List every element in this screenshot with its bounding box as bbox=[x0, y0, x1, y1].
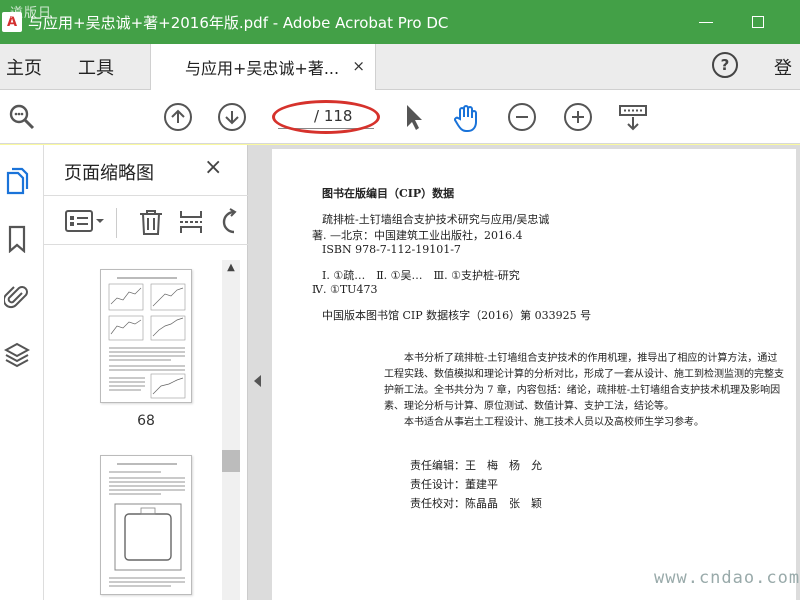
select-cursor-icon[interactable] bbox=[402, 103, 426, 135]
credit-line: 责任校对：陈晶晶 张 颖 bbox=[410, 497, 542, 510]
highlight-annotation bbox=[272, 100, 380, 134]
maximize-button[interactable] bbox=[746, 10, 770, 34]
credit-line: 责任编辑：王 梅 杨 允 bbox=[410, 459, 542, 472]
book-summary: 本书分析了疏排桩-土钉墙组合支护技术的作用机理，推导出了相应的计算方法，通过工程… bbox=[384, 353, 784, 412]
window-title: 与应用+吴忠诚+著+2016年版.pdf - Adobe Acrobat Pro… bbox=[28, 13, 449, 32]
login-link[interactable]: 登 bbox=[774, 54, 792, 80]
site-watermark: www.cndao.com bbox=[654, 568, 800, 588]
cip-line: ISBN 978-7-112-19101-7 bbox=[322, 243, 461, 256]
page-thumbnail-69[interactable] bbox=[100, 455, 192, 595]
cip-line: 中国版本图书馆 CIP 数据核字（2016）第 033925 号 bbox=[322, 309, 592, 322]
next-page-icon[interactable] bbox=[218, 103, 246, 131]
maximize-icon bbox=[752, 16, 764, 28]
scrollbar-thumb[interactable] bbox=[222, 450, 240, 472]
pdf-page: 图书在版编目（CIP）数据 疏排桩-土钉墙组合支护技术研究与应用/吴忠诚 著. … bbox=[272, 149, 796, 600]
close-panel-icon[interactable]: × bbox=[204, 155, 222, 180]
rotate-page-icon[interactable] bbox=[220, 208, 242, 240]
help-icon[interactable]: ? bbox=[712, 52, 738, 78]
zoom-in-icon[interactable] bbox=[564, 103, 592, 131]
credit-line: 责任设计：董建平 bbox=[410, 478, 498, 491]
toolbar: / 118 bbox=[0, 90, 800, 144]
cip-line: Ⅳ. ①TU473 bbox=[312, 283, 378, 296]
toolbar-separator bbox=[116, 208, 117, 238]
extract-pages-icon[interactable] bbox=[178, 208, 204, 240]
thumbnail-options-icon[interactable] bbox=[64, 208, 108, 238]
document-tab[interactable]: 与应用+吴忠诚+著... × bbox=[150, 44, 376, 90]
left-tool-rail bbox=[0, 145, 44, 600]
thumbnail-page-number: 68 bbox=[137, 413, 155, 429]
scroll-up-icon[interactable]: ▲ bbox=[222, 262, 240, 276]
thumbnails-panel: 页面缩略图 × 68 ▲ bbox=[44, 145, 248, 600]
corner-watermark: 道版日 bbox=[10, 6, 53, 21]
cip-line: Ⅰ. ①疏… Ⅱ. ①吴… Ⅲ. ①支护桩-研究 bbox=[322, 269, 520, 282]
cip-heading: 图书在版编目（CIP）数据 bbox=[322, 187, 455, 200]
thumbnail-toolbar bbox=[44, 195, 248, 245]
document-view: 图书在版编目（CIP）数据 疏排桩-土钉墙组合支护技术研究与应用/吴忠诚 著. … bbox=[248, 145, 800, 600]
menu-home[interactable]: 主页 bbox=[6, 54, 42, 80]
menu-tab-bar: 主页 工具 与应用+吴忠诚+著... × bbox=[0, 44, 800, 90]
search-icon[interactable] bbox=[8, 103, 36, 135]
zoom-out-icon[interactable] bbox=[508, 103, 536, 131]
cip-line: 疏排桩-土钉墙组合支护技术研究与应用/吴忠诚 bbox=[322, 213, 550, 226]
bookmark-icon[interactable] bbox=[4, 225, 30, 254]
keyboard-view-icon[interactable] bbox=[618, 103, 648, 137]
minimize-button[interactable] bbox=[694, 10, 718, 34]
page-thumbnail-68[interactable] bbox=[100, 269, 192, 403]
hand-tool-icon[interactable] bbox=[452, 103, 482, 137]
collapse-panel-icon[interactable] bbox=[254, 375, 261, 387]
close-tab-icon[interactable]: × bbox=[352, 57, 365, 75]
title-bar: A 道版日 与应用+吴忠诚+著+2016年版.pdf - Adobe Acrob… bbox=[0, 0, 800, 44]
page-thumbnails-icon[interactable] bbox=[4, 167, 30, 195]
thumbnails-panel-title: 页面缩略图 bbox=[64, 163, 154, 184]
delete-page-icon[interactable] bbox=[138, 208, 164, 240]
book-audience: 本书适合从事岩土工程设计、施工技术人员以及高校师生学习参考。 bbox=[404, 417, 704, 428]
minimize-icon bbox=[699, 21, 713, 23]
previous-page-icon[interactable] bbox=[164, 103, 192, 131]
menu-tools[interactable]: 工具 bbox=[78, 54, 114, 80]
document-tab-label: 与应用+吴忠诚+著... bbox=[185, 59, 340, 78]
cip-line: 著. —北京：中国建筑工业出版社，2016.4 bbox=[312, 229, 523, 242]
layers-icon[interactable] bbox=[3, 341, 31, 369]
attachment-icon[interactable] bbox=[2, 283, 30, 311]
thumbnail-scrollbar[interactable]: ▲ bbox=[222, 260, 240, 600]
